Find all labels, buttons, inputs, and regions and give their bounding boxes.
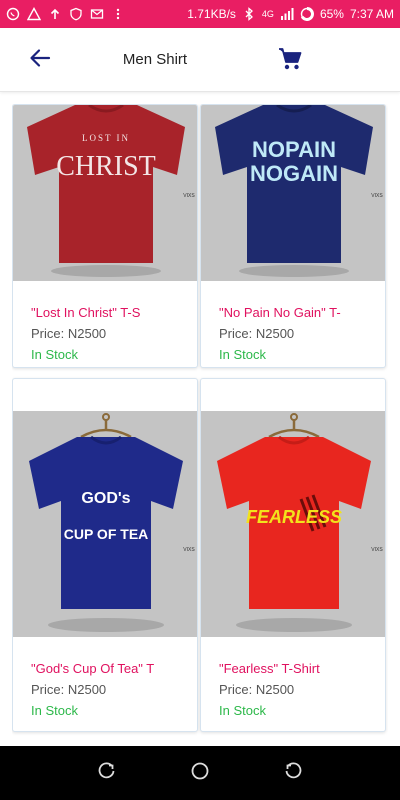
stock-status: In Stock [219, 703, 266, 718]
product-name[interactable]: "God's Cup Of Tea" T [31, 661, 189, 679]
svg-text:VIXS: VIXS [183, 193, 195, 199]
product-image[interactable]: LOST IN CHRIST VIXS [13, 105, 197, 281]
network-speed: 1.71KB/s [187, 7, 236, 21]
svg-text:VIXS: VIXS [183, 547, 195, 553]
shirt-print-line1: NOPAIN [252, 137, 336, 162]
recent-apps-icon [98, 761, 116, 785]
shirt-print-line1: LOST IN [82, 133, 130, 143]
whatsapp-icon [6, 7, 20, 21]
bluetooth-icon [242, 7, 256, 21]
back-icon [284, 761, 302, 785]
shirt-print-line2: NOGAIN [250, 161, 338, 186]
more-dots-icon [111, 7, 125, 21]
mail-icon [90, 7, 104, 21]
product-image[interactable]: GOD's CUP OF TEA VIXS [13, 411, 197, 637]
stock-status: In Stock [31, 347, 78, 362]
signal-icon [280, 7, 294, 21]
product-card[interactable]: GOD's CUP OF TEA VIXS "God's Cup Of Tea"… [12, 378, 198, 732]
product-price: Price: N2500 [219, 682, 295, 697]
home-icon [190, 761, 210, 786]
shield-icon [69, 7, 83, 21]
upload-icon [48, 7, 62, 21]
product-image[interactable]: NOPAIN NOGAIN VIXS [201, 105, 385, 281]
product-grid: LOST IN CHRIST VIXS "Lost In Christ" T-S… [12, 104, 388, 736]
shirt-print-line2: CHRIST [56, 151, 156, 182]
product-price: Price: N2500 [31, 682, 107, 697]
product-name[interactable]: "Fearless" T-Shirt [219, 661, 377, 679]
home-button[interactable] [185, 758, 215, 788]
product-name[interactable]: "Lost In Christ" T-S [31, 305, 189, 323]
recent-apps-button[interactable] [92, 758, 122, 788]
product-card[interactable]: FEARLESS VIXS "Fearless" T-Shirt Price: … [200, 378, 386, 732]
cart-icon [277, 46, 303, 77]
network-type: 4G [261, 9, 274, 19]
product-name[interactable]: "No Pain No Gain" T- [219, 305, 377, 323]
product-price: Price: N2500 [31, 326, 107, 341]
status-bar: 1.71KB/s 4G 65% 7:37 AM [0, 0, 400, 28]
stock-status: In Stock [219, 347, 266, 362]
app-bar: Men Shirt [0, 28, 400, 92]
cart-button[interactable] [275, 46, 305, 76]
svg-text:VIXS: VIXS [371, 193, 383, 199]
product-price: Price: N2500 [219, 326, 295, 341]
product-image[interactable]: FEARLESS VIXS [201, 411, 385, 637]
shirt-print-line1: FEARLESS [246, 507, 342, 527]
system-nav-bar [0, 746, 400, 800]
shirt-print-line2: CUP OF TEA [64, 526, 149, 542]
stock-status: In Stock [31, 703, 78, 718]
battery-level: 65% [319, 7, 344, 21]
product-card[interactable]: LOST IN CHRIST VIXS "Lost In Christ" T-S… [12, 104, 198, 368]
svg-text:VIXS: VIXS [371, 547, 383, 553]
warning-icon [27, 7, 41, 21]
battery-icon [300, 7, 314, 21]
clock: 7:37 AM [349, 7, 394, 21]
product-card[interactable]: NOPAIN NOGAIN VIXS "No Pain No Gain" T- … [200, 104, 386, 368]
back-nav-button[interactable] [278, 758, 308, 788]
page-title: Men Shirt [122, 51, 188, 68]
shirt-print-line1: GOD's [81, 490, 130, 507]
